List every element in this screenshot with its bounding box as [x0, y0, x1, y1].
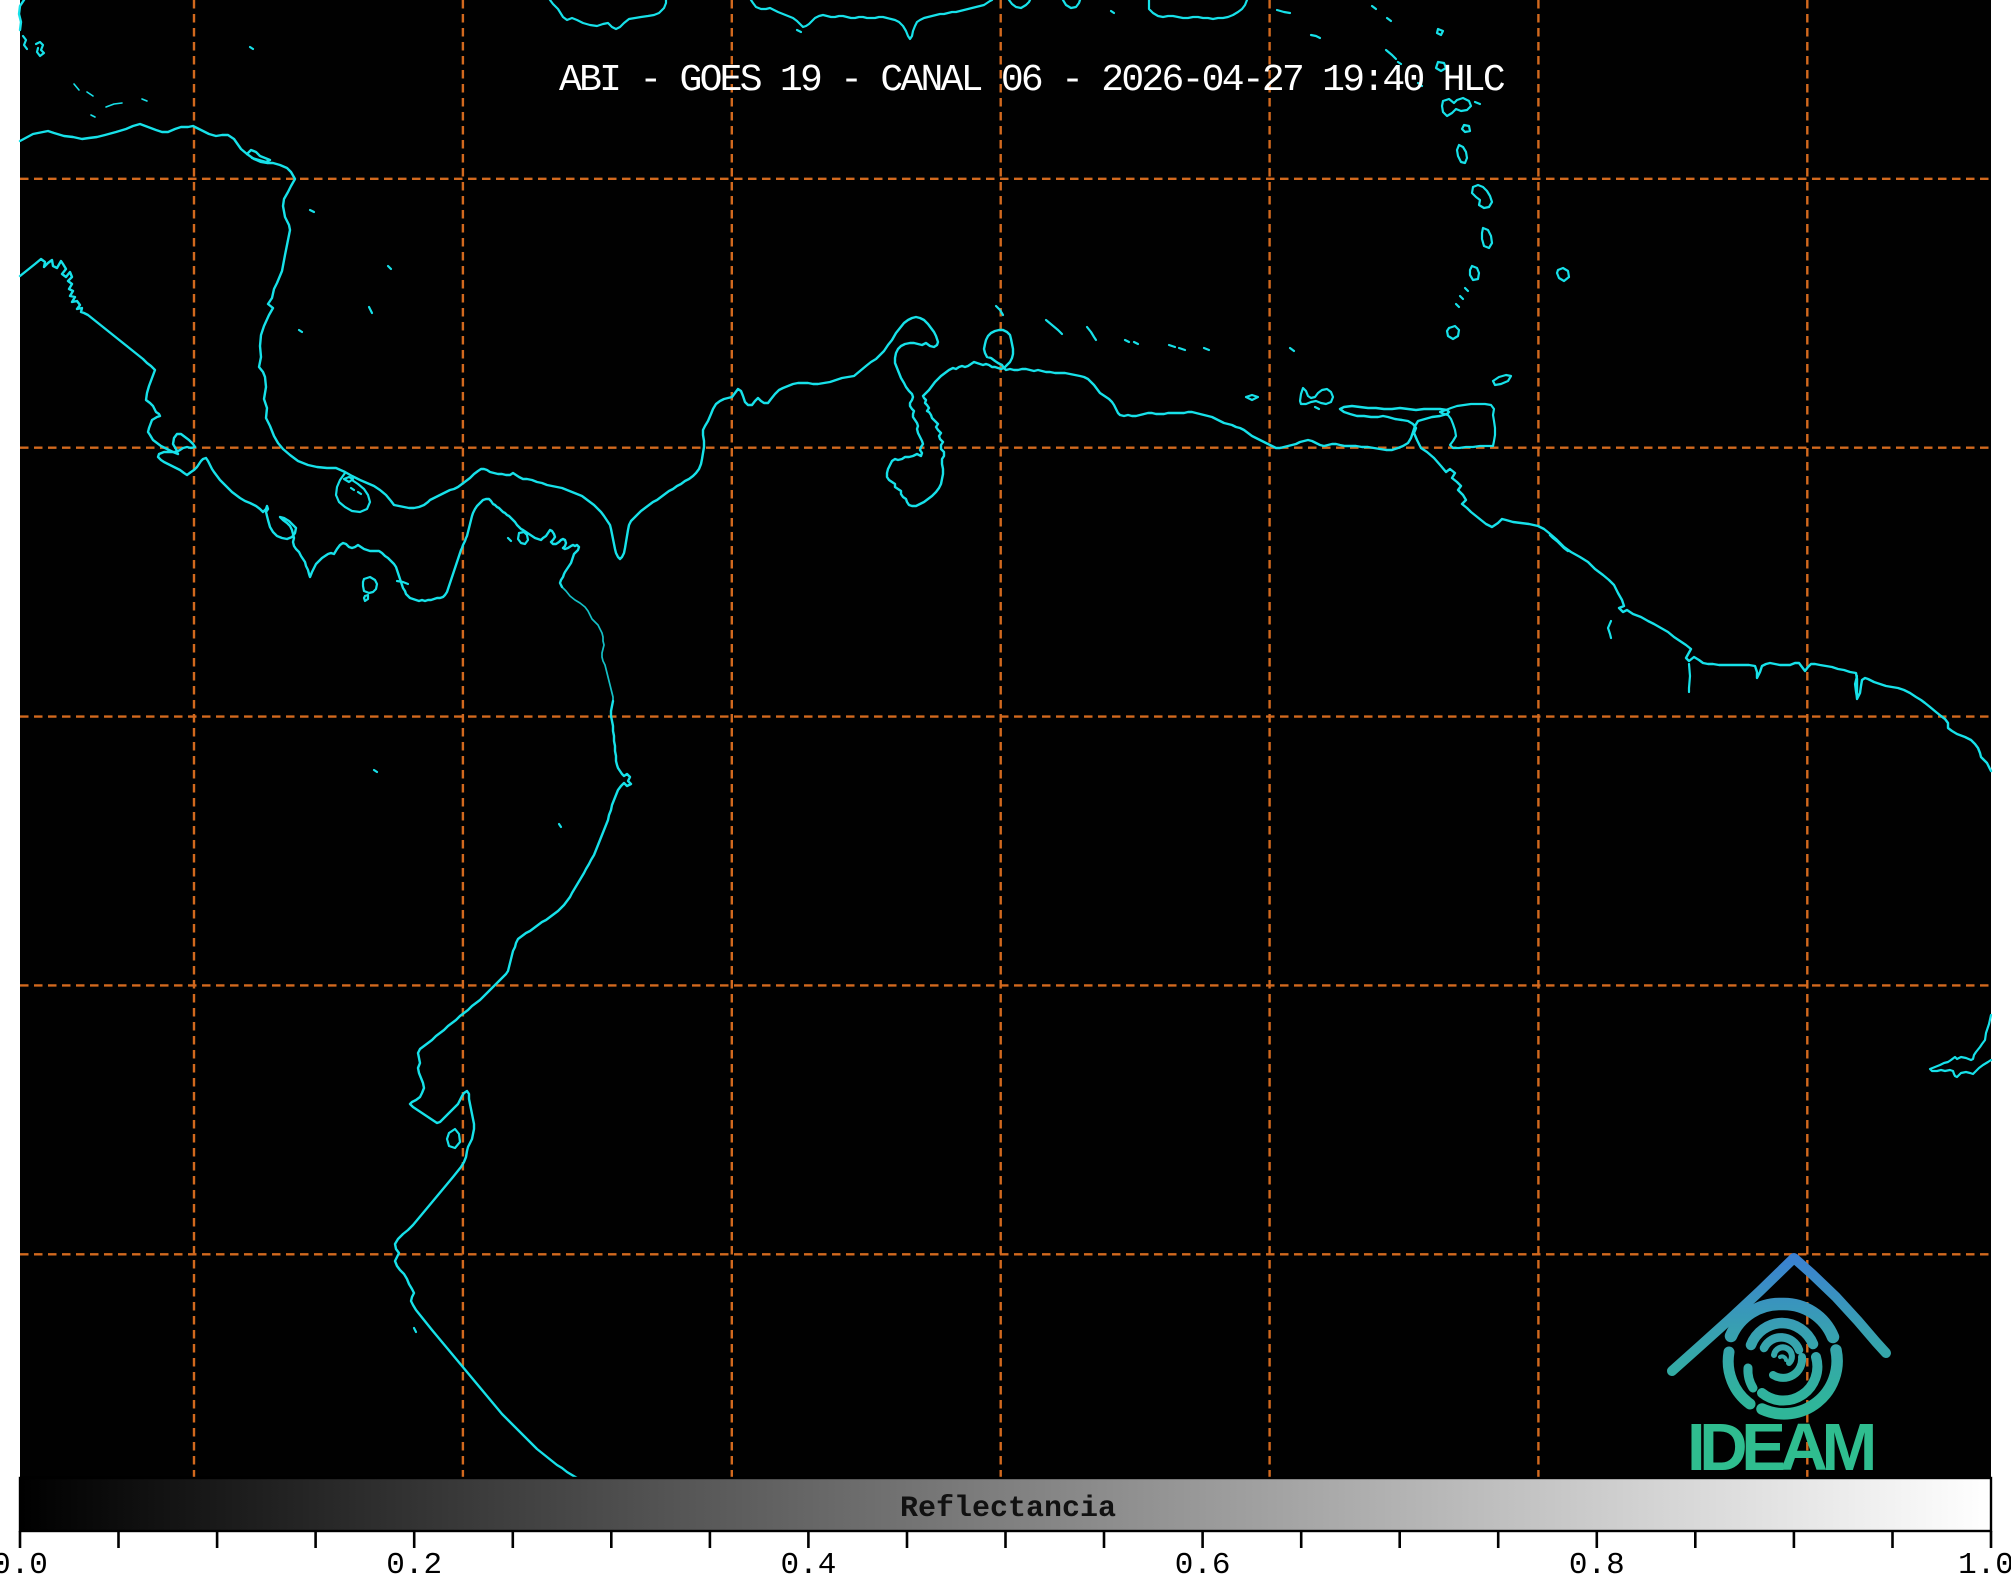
svg-text:Reflectancia: Reflectancia: [900, 1492, 1116, 1526]
svg-text:0.6: 0.6: [1175, 1548, 1231, 1577]
svg-text:IDEAM: IDEAM: [1687, 1410, 1873, 1485]
svg-text:1.0: 1.0: [1958, 1548, 2011, 1577]
svg-text:0.4: 0.4: [780, 1548, 836, 1577]
svg-text:0.8: 0.8: [1569, 1548, 1625, 1577]
svg-text:0.2: 0.2: [386, 1548, 442, 1577]
svg-text:0.0: 0.0: [0, 1548, 48, 1577]
